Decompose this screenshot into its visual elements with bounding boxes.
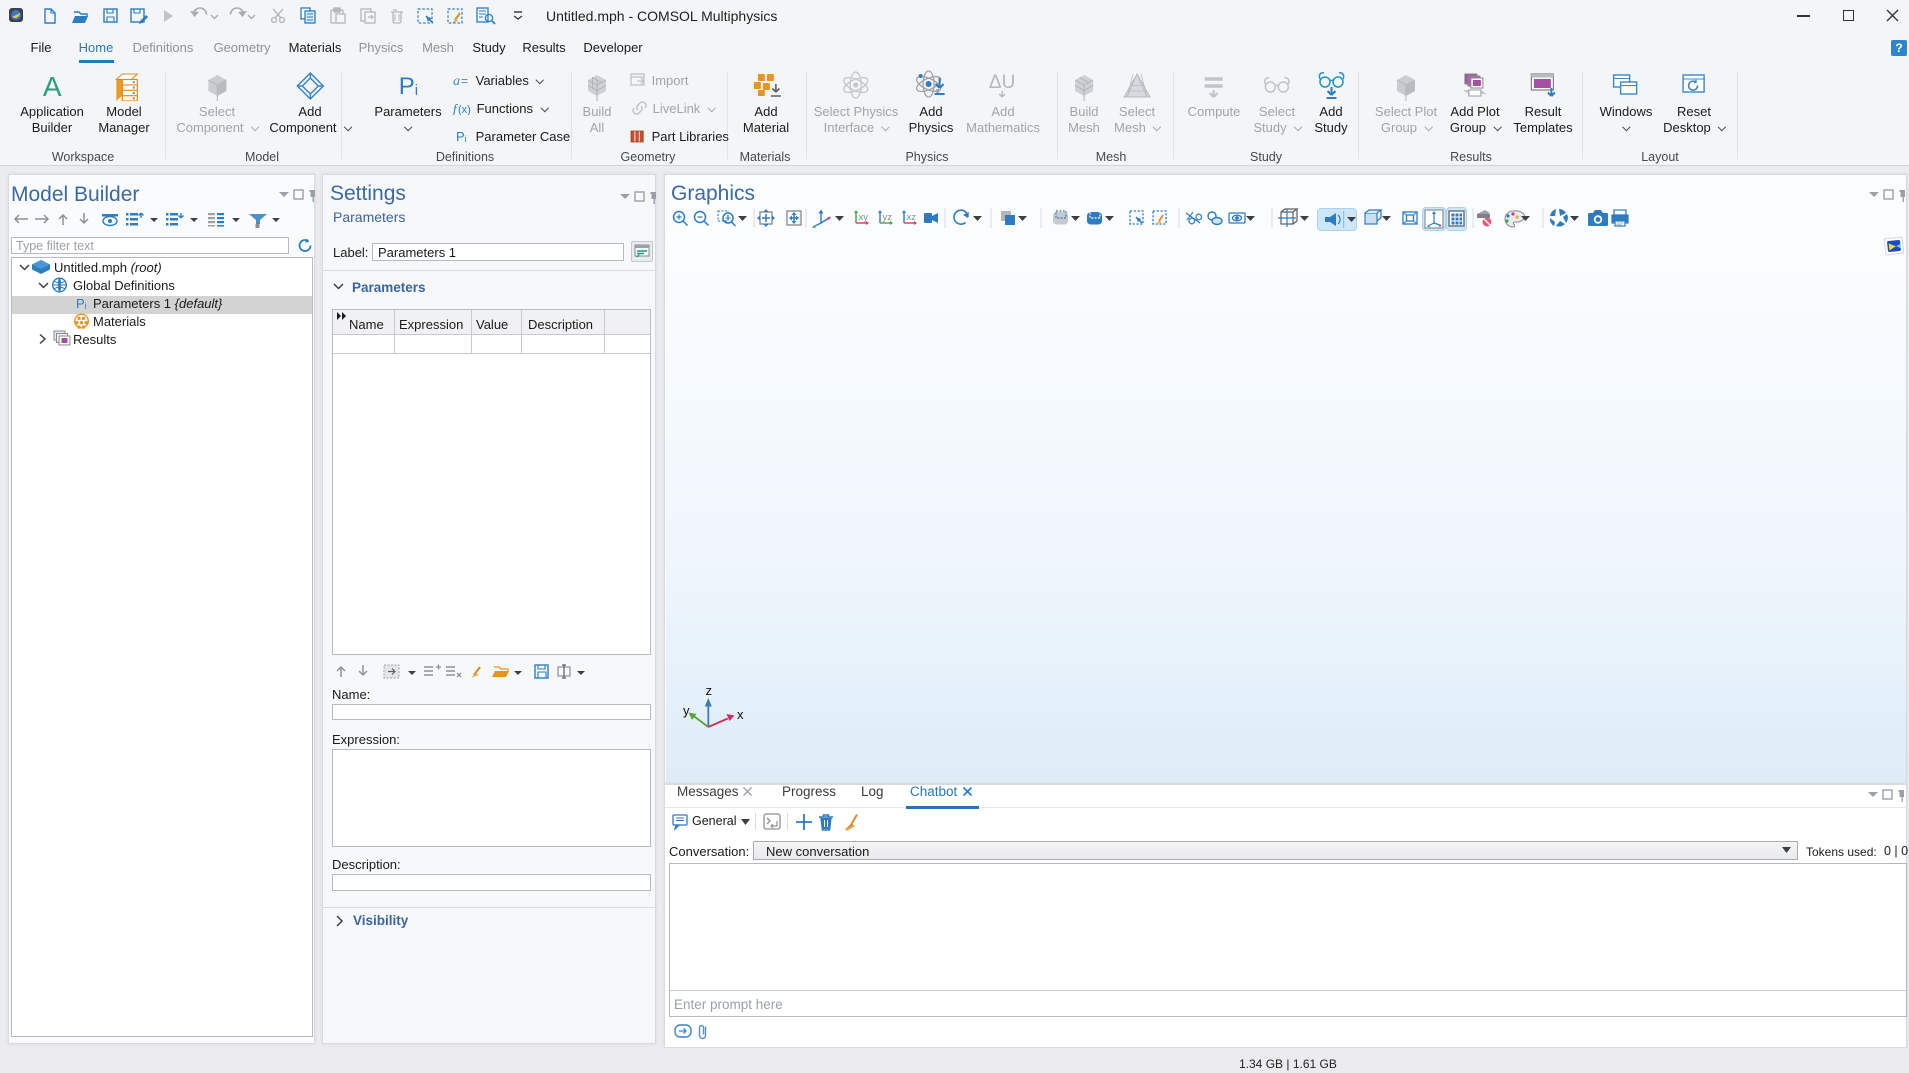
svg-text:Pi: Pi: [398, 73, 417, 100]
svg-text:y: y: [683, 703, 690, 718]
svg-text:a: a: [453, 74, 460, 87]
svg-text:Pi: Pi: [76, 296, 87, 311]
svg-text:xy: xy: [859, 212, 869, 223]
svg-text:yz: yz: [883, 212, 893, 223]
svg-text:x: x: [737, 707, 744, 722]
svg-text:A: A: [43, 71, 62, 101]
svg-text:(x): (x): [458, 104, 471, 115]
svg-text:=: =: [461, 74, 468, 87]
svg-text:xz: xz: [907, 212, 917, 223]
svg-text:Pi: Pi: [456, 130, 467, 143]
svg-text:z: z: [706, 683, 713, 698]
svg-text:ΔU: ΔU: [989, 72, 1015, 93]
